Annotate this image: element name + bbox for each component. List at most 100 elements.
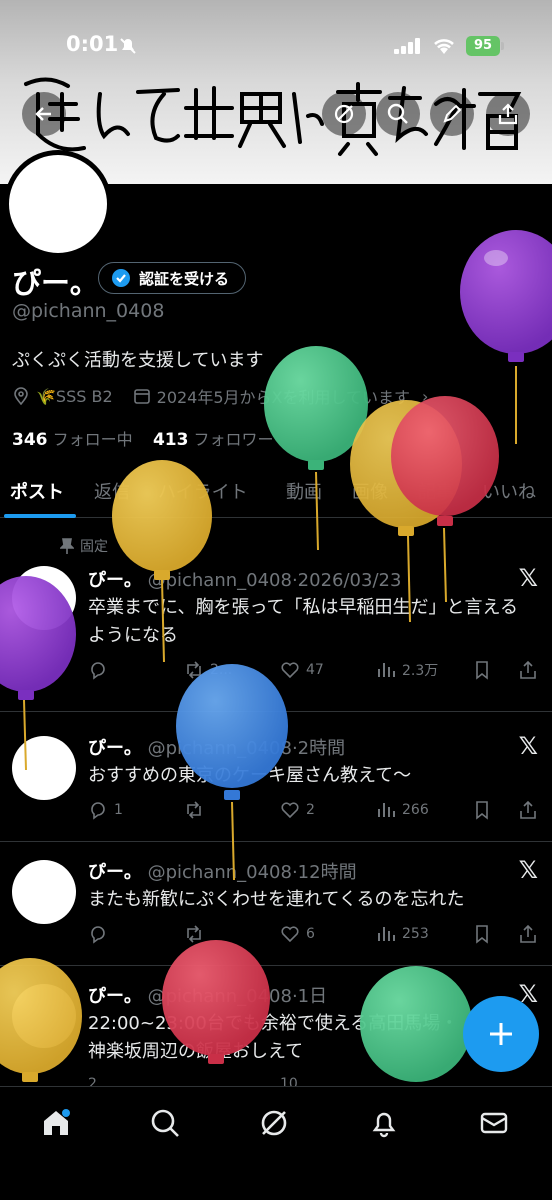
bookmark-button[interactable] <box>472 800 492 820</box>
nav-grok[interactable] <box>254 1103 294 1143</box>
post-item[interactable]: ぴー。 @pichann_0408·2時間 𝕏 おすすめの東京のケーキ屋さん教え… <box>0 712 552 842</box>
share-post-button[interactable] <box>518 660 538 680</box>
repost-icon <box>187 661 201 679</box>
nav-messages[interactable] <box>474 1103 514 1143</box>
search-button[interactable] <box>376 92 420 136</box>
post-item[interactable]: ぴー。 @pichann_0408·2026/03/23 𝕏 卒業までに、胸を張… <box>0 518 552 712</box>
views-icon <box>378 803 395 817</box>
nav-search[interactable] <box>145 1103 185 1143</box>
share-icon <box>520 800 536 819</box>
verified-badge-icon <box>112 269 130 287</box>
profile-name: ぴー。 <box>12 266 99 300</box>
share-icon <box>498 103 518 125</box>
x-logo-icon: 𝕏 <box>518 564 538 592</box>
post-text: おすすめの東京のケーキ屋さん教えて〜 <box>88 765 412 786</box>
verify-button-label: 認証を受ける <box>139 269 230 288</box>
bottom-navigation <box>0 1086 552 1200</box>
repost-icon <box>187 801 201 819</box>
plus-icon <box>490 1023 512 1045</box>
share-button[interactable] <box>486 92 530 136</box>
mail-icon <box>480 1112 508 1134</box>
tab-articles[interactable]: 記事 <box>418 478 454 504</box>
share-post-button[interactable] <box>518 924 538 944</box>
signal-icon <box>394 38 420 54</box>
like-button[interactable]: 47 <box>280 660 324 680</box>
heart-icon <box>281 802 299 819</box>
like-button[interactable]: 2 <box>280 800 315 820</box>
balloon-purple-right <box>460 230 552 444</box>
post-item[interactable]: ぴー。 @pichann_0408·12時間 𝕏 またも新歓にぷくわせを連れてく… <box>0 842 552 966</box>
tab-replies[interactable]: 返信 <box>94 478 130 504</box>
heart-icon <box>281 662 299 679</box>
bookmark-button[interactable] <box>472 924 492 944</box>
reply-button[interactable] <box>88 660 114 680</box>
edit-icon <box>443 104 462 123</box>
x-logo-icon: 𝕏 <box>518 856 538 884</box>
back-button[interactable] <box>22 92 66 136</box>
repost-icon <box>187 925 201 943</box>
share-post-button[interactable] <box>518 800 538 820</box>
repost-button[interactable] <box>184 800 210 820</box>
edit-button[interactable] <box>430 92 474 136</box>
reply-icon <box>91 662 105 680</box>
verify-button[interactable]: 認証を受ける <box>98 262 247 294</box>
repost-button[interactable] <box>184 924 210 944</box>
views-button[interactable]: 253 <box>376 924 429 944</box>
post-avatar[interactable] <box>12 984 76 1048</box>
followers-link[interactable]: 413 フォロワー <box>153 430 274 450</box>
circle-slash-icon <box>334 104 354 124</box>
post-avatar[interactable] <box>12 566 76 630</box>
location-icon <box>14 387 28 405</box>
home-icon <box>44 1109 70 1135</box>
profile-handle: @pichann_0408 <box>12 300 165 322</box>
bookmark-button[interactable] <box>472 660 492 680</box>
profile-bio: ぷくぷく活動を支援しています <box>12 350 264 371</box>
repost-button[interactable]: 2... <box>184 660 232 680</box>
post-actions: 1 2 266 <box>88 800 544 824</box>
bookmark-icon <box>476 661 488 680</box>
tab-likes[interactable]: いいね <box>482 478 536 504</box>
post-text: 卒業までに、胸を張って「私は早稲田生だ」と言えるようになる <box>88 597 519 646</box>
compose-post-button[interactable] <box>463 996 539 1072</box>
reply-button[interactable]: 1 <box>88 800 123 820</box>
post-actions: 6 253 <box>88 924 544 948</box>
heart-icon <box>281 926 299 943</box>
reply-icon <box>91 926 105 944</box>
post-text: 22:00~23:00台でも余裕で使える高田馬場・神楽坂周辺の飯屋おしえて <box>88 1013 459 1062</box>
following-link[interactable]: 346 フォロー中 <box>12 430 133 450</box>
nav-home[interactable] <box>36 1103 76 1143</box>
post-actions: 2... 47 2.3万 <box>88 660 544 684</box>
post-header: ぴー。 @pichann_0408·12時間 <box>88 862 357 883</box>
grok-icon <box>261 1110 287 1136</box>
profile-tabs: ポスト 返信 ハイライト 動画 画像 記事 いいね <box>0 468 552 518</box>
tab-images[interactable]: 画像 <box>352 478 388 504</box>
wifi-icon <box>434 39 454 54</box>
tab-posts[interactable]: ポスト <box>10 478 64 504</box>
views-button[interactable]: 2.3万 <box>376 660 438 680</box>
tab-videos[interactable]: 動画 <box>286 478 322 504</box>
post-header: ぴー。 @pichann_0408·2026/03/23 <box>88 570 402 591</box>
bell-icon <box>372 1112 396 1138</box>
post-avatar[interactable] <box>12 860 76 924</box>
follow-stats: 346 フォロー中 413 フォロワー <box>12 426 274 450</box>
x-logo-icon: 𝕏 <box>518 732 538 760</box>
views-button[interactable]: 266 <box>376 800 429 820</box>
like-button[interactable]: 6 <box>280 924 315 944</box>
grok-button[interactable] <box>322 92 366 136</box>
post-avatar[interactable] <box>12 736 76 800</box>
status-bar: 0:01 95 <box>0 30 552 64</box>
post-text: またも新歓にぷくわせを連れてくるのを忘れた <box>88 889 465 910</box>
bookmark-icon <box>476 925 488 944</box>
views-icon <box>378 927 395 941</box>
post-header: ぴー。 @pichann_0408·1日 <box>88 986 328 1007</box>
chevron-right-icon[interactable]: › <box>422 387 428 406</box>
nav-notifications[interactable] <box>364 1103 404 1143</box>
tab-highlights[interactable]: ハイライト <box>158 478 248 504</box>
calendar-icon <box>133 389 150 404</box>
profile-meta: 🌾SSS B2 2024年5月からXを利用しています › <box>12 384 428 408</box>
bookmark-icon <box>476 801 488 820</box>
reply-button[interactable] <box>88 924 114 944</box>
search-icon <box>387 103 408 124</box>
profile-avatar[interactable] <box>4 150 112 258</box>
back-icon <box>35 107 51 121</box>
